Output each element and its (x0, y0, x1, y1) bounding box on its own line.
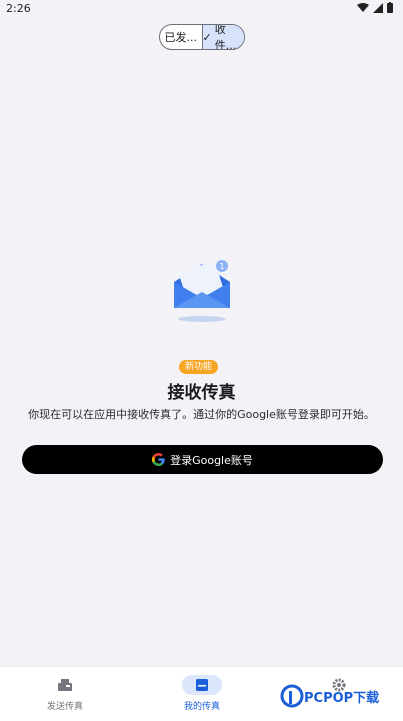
watermark: PCPOP下载 (280, 684, 379, 708)
google-icon (152, 453, 165, 466)
status-time: 2:26 (6, 2, 31, 15)
google-sign-in-button[interactable]: 登录Google账号 (22, 445, 383, 474)
nav-label-my-fax: 我的传真 (183, 702, 220, 712)
new-feature-badge: 新功能 (179, 360, 219, 374)
nav-item-my-fax[interactable]: 我的传真 (152, 675, 252, 712)
page-title: 接收传真 (167, 383, 236, 403)
watermark-text: PCPOP下载 (304, 690, 380, 706)
segment-sent[interactable]: 已发... (160, 25, 202, 49)
wifi-icon (357, 2, 369, 12)
signal-icon (373, 2, 383, 13)
google-sign-in-label: 登录Google账号 (170, 453, 253, 467)
nav-icon-wrap (45, 675, 85, 695)
pcpop-logo-icon (280, 684, 304, 708)
envelope-illustration-icon: 1 (166, 252, 238, 324)
battery-icon (387, 2, 393, 13)
nav-label-send-fax: 发送传真 (46, 702, 83, 712)
segment-sent-label: 已发... (164, 31, 198, 44)
status-bar: 2:26 (0, 0, 403, 18)
segment-received[interactable]: ✓ 收件... (201, 24, 244, 50)
svg-text:1: 1 (219, 262, 224, 271)
nav-icon-wrap (182, 675, 222, 695)
fax-icon (58, 679, 72, 691)
inbox-icon (196, 679, 208, 691)
folder-segmented-control: 已发... ✓ 收件... (159, 24, 245, 50)
description-text: 你现在可以在应用中接收传真了。通过你的Google账号登录即可开始。 (28, 408, 375, 421)
status-icons (357, 2, 393, 13)
check-icon: ✓ (202, 30, 212, 44)
segment-received-label: 收件... (214, 24, 237, 50)
nav-item-send-fax[interactable]: 发送传真 (15, 675, 115, 712)
